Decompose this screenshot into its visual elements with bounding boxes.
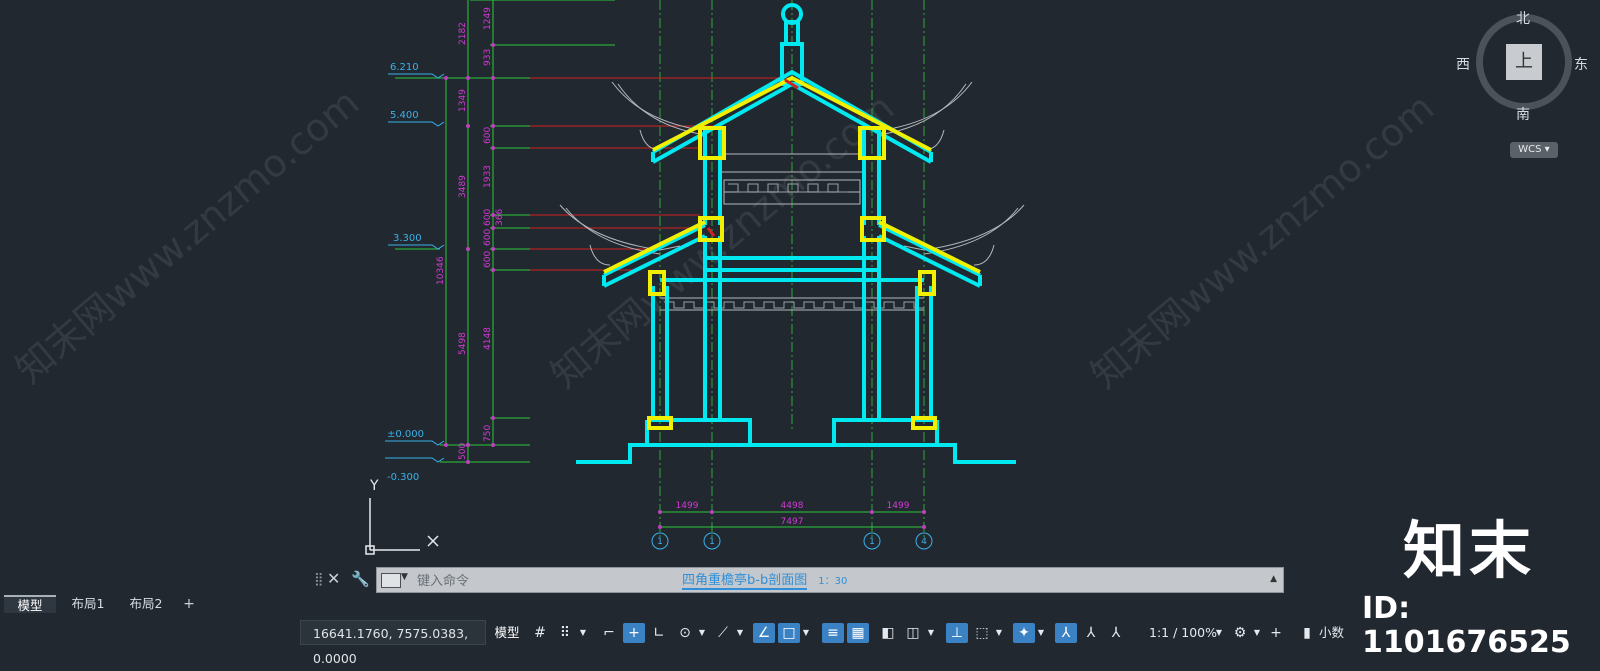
selection-cycling-icon[interactable]: ◧ xyxy=(877,623,899,643)
tab-layout1[interactable]: 布局1 xyxy=(60,595,116,613)
level-label-4: ±0.000 xyxy=(387,429,424,440)
dim-inner-4: 600 xyxy=(483,127,493,144)
isometric-icon[interactable]: ⟋ xyxy=(712,623,734,643)
3d-osnap-icon[interactable]: ◫ xyxy=(902,623,924,643)
dim-inner-9: 600 xyxy=(483,251,493,268)
drawing-title-group: 四角重檐亭b-b剖面图 1：30 xyxy=(682,569,848,590)
tab-layout2[interactable]: 布局2 xyxy=(118,595,174,613)
dim-mid-2: 3489 xyxy=(458,175,468,198)
dim-inner-6: 600 xyxy=(483,209,493,226)
axis-bubble-3: 1 xyxy=(869,537,875,547)
chevron-down-icon[interactable]: ▼ xyxy=(1214,623,1224,643)
object-snap-tracking-icon[interactable]: ∠ xyxy=(753,623,775,643)
dim-inner-2: 1249 xyxy=(483,7,493,30)
dim-inner-11: 750 xyxy=(483,425,493,442)
chevron-down-icon[interactable]: ▼ xyxy=(926,623,936,643)
lineweight-icon[interactable]: ≡ xyxy=(822,623,844,643)
dim-inner-1: 2182 xyxy=(458,22,468,45)
viewcube-west[interactable]: 西 xyxy=(1456,54,1470,74)
grip-handle-icon[interactable]: ⣿ xyxy=(314,571,324,589)
coordinates-readout[interactable]: 16641.1760, 7575.0383, 0.0000 xyxy=(300,620,486,666)
chevron-down-icon[interactable]: ▼ xyxy=(1036,623,1046,643)
level-label-1: 6.210 xyxy=(390,62,419,73)
ucs-y-label: Y xyxy=(369,478,379,494)
axis-bubble-1: 1 xyxy=(657,537,663,547)
layout-tabs: 模型 布局1 布局2 + xyxy=(0,594,1600,614)
gizmo-icon[interactable]: ✦ xyxy=(1013,623,1035,643)
dim-mid-4: 500 xyxy=(458,443,468,460)
annotation-visibility-icon[interactable]: ⅄ xyxy=(1055,623,1077,643)
add-layout-icon[interactable]: + xyxy=(179,595,199,613)
dim-outer: 10346 xyxy=(436,256,446,285)
dynamic-input-icon[interactable]: + xyxy=(623,623,645,643)
dim-mid-3: 5498 xyxy=(458,332,468,355)
chevron-up-icon[interactable]: ▲ xyxy=(1270,574,1277,584)
selection-filter-icon[interactable]: ⬚ xyxy=(971,623,993,643)
units-icon[interactable]: ▮ xyxy=(1296,623,1318,643)
axis-bubble-4: 4 xyxy=(921,537,927,547)
axis-bubble-2: 1 xyxy=(709,537,715,547)
object-snap-icon[interactable]: □ xyxy=(778,623,800,643)
dim-inner-8: 600 xyxy=(483,229,493,246)
dim-inner-10: 4148 xyxy=(483,327,493,350)
dim-inner-7: 366 xyxy=(495,209,505,226)
level-label-5: -0.300 xyxy=(387,472,419,483)
viewcube-south[interactable]: 南 xyxy=(1516,104,1530,124)
viewcube[interactable]: 上 北 南 西 东 xyxy=(1456,6,1588,123)
chevron-down-icon[interactable]: ▼ xyxy=(697,623,707,643)
dim-inner-5: 1933 xyxy=(483,165,493,188)
wrench-icon[interactable]: 🔧 xyxy=(351,569,370,589)
dim-bottom-3: 1499 xyxy=(887,501,910,511)
chevron-down-icon[interactable]: ▼ xyxy=(801,623,811,643)
model-space-button[interactable]: 模型 xyxy=(489,620,525,645)
dim-inner-3: 933 xyxy=(483,49,493,66)
drawing-title: 四角重檐亭b-b剖面图 xyxy=(682,573,808,590)
drawing-canvas[interactable]: 知末网www.znzmo.com 知末网www.znzmo.com 知末网www… xyxy=(0,0,1600,562)
annotation-scale-value[interactable]: 1:1 / 100% xyxy=(1149,623,1217,643)
ortho-icon[interactable]: ∟ xyxy=(648,623,670,643)
watermark-id: ID: 1101676525 xyxy=(1362,591,1571,660)
viewcube-top-face[interactable]: 上 xyxy=(1506,44,1542,80)
level-label-2: 5.400 xyxy=(390,110,419,121)
dim-mid-1: 1349 xyxy=(458,89,468,112)
dynamic-ucs-icon[interactable]: ⊥ xyxy=(946,623,968,643)
snap-icon[interactable]: ⠿ xyxy=(554,623,576,643)
annotation-scale-icon[interactable]: ⅄ xyxy=(1105,623,1127,643)
viewcube-north[interactable]: 北 xyxy=(1516,8,1530,28)
dim-bottom-total: 7497 xyxy=(781,517,804,527)
dim-bottom-2: 4498 xyxy=(781,501,804,511)
transparency-icon[interactable]: ▦ xyxy=(847,623,869,643)
chevron-down-icon[interactable]: ▼ xyxy=(735,623,745,643)
wcs-label: WCS xyxy=(1518,144,1542,155)
auto-scale-icon[interactable]: ⅄ xyxy=(1080,623,1102,643)
status-bar: 16641.1760, 7575.0383, 0.0000 模型 # ⠿ ▼ ⌐… xyxy=(0,617,1600,666)
close-icon[interactable]: ✕ xyxy=(327,569,343,589)
add-icon[interactable]: + xyxy=(1265,623,1287,643)
watermark-brand: 知末 xyxy=(1403,514,1536,587)
grid-icon[interactable]: # xyxy=(529,623,551,643)
units-value[interactable]: 小数 xyxy=(1319,623,1344,643)
chevron-down-icon[interactable]: ▼ xyxy=(994,623,1004,643)
wcs-button[interactable]: WCS ▾ xyxy=(1510,142,1558,158)
drawing-scale: 1：30 xyxy=(818,576,848,587)
infer-constraints-icon[interactable]: ⌐ xyxy=(598,623,620,643)
viewcube-east[interactable]: 东 xyxy=(1574,54,1588,74)
dim-bottom-1: 1499 xyxy=(676,501,699,511)
tab-model[interactable]: 模型 xyxy=(4,595,56,613)
level-label-3: 3.300 xyxy=(393,233,422,244)
polar-tracking-icon[interactable]: ⊙ xyxy=(674,623,696,643)
chevron-down-icon[interactable]: ▼ xyxy=(578,623,588,643)
command-history-icon[interactable] xyxy=(381,573,401,588)
chevron-down-icon[interactable]: ▼ xyxy=(401,572,408,582)
gear-icon[interactable]: ⚙ xyxy=(1229,623,1251,643)
chevron-down-icon[interactable]: ▼ xyxy=(1252,623,1262,643)
